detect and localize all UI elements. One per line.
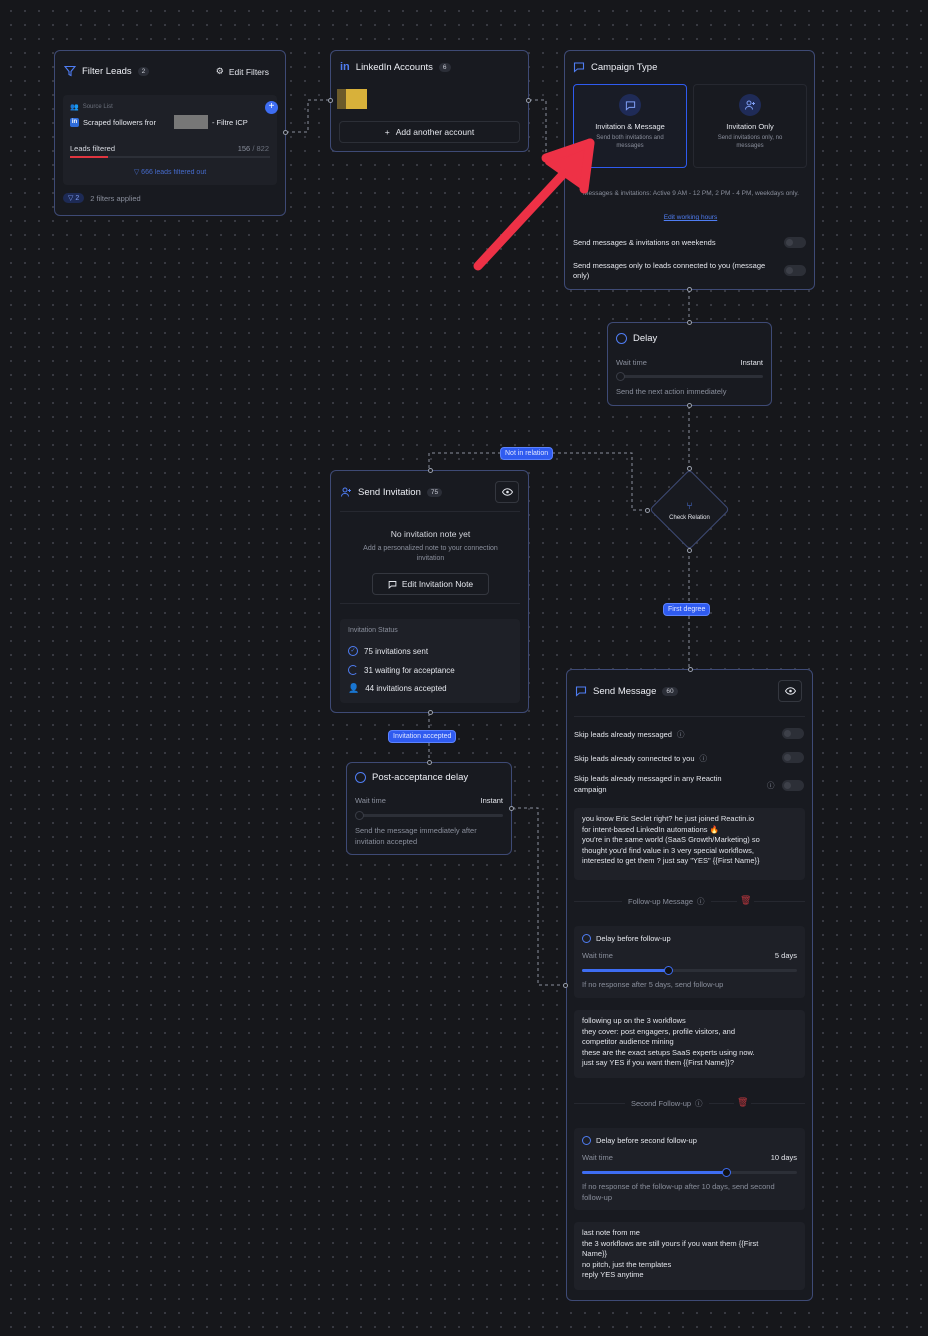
clock-icon: [355, 772, 366, 783]
invitations-accepted: 44 invitations accepted: [365, 684, 447, 693]
trash-icon[interactable]: 🗑: [737, 895, 755, 906]
delay2-wait-label: Wait time: [582, 1153, 613, 1162]
clock-icon: [582, 1136, 591, 1145]
wait-slider-knob[interactable]: [616, 372, 625, 381]
message-2[interactable]: following up on the 3 workflows they cov…: [574, 1010, 805, 1078]
delay1-value: 5 days: [774, 951, 797, 960]
second-followup-divider: Second Follow-up ⓘ: [625, 1098, 709, 1109]
output-handle[interactable]: [428, 710, 433, 715]
post-acceptance-delay-card[interactable]: Post-acceptance delay Wait time Instant …: [346, 760, 514, 855]
info-icon: ⓘ: [699, 754, 708, 763]
post-wait-value: Instant: [480, 796, 503, 805]
edit-note-label: Edit Invitation Note: [401, 579, 474, 589]
no-note-desc: Add a personalized note to your connecti…: [363, 545, 498, 562]
info-icon: ⓘ: [697, 897, 705, 906]
message-square-icon: [575, 686, 587, 697]
post-acceptance-title: Post-acceptance delay: [372, 772, 469, 783]
eye-icon: [784, 687, 796, 695]
skip-messaged-label: Skip leads already messaged: [574, 730, 672, 739]
output-handle[interactable]: [687, 403, 692, 408]
message-side-handle[interactable]: [563, 983, 568, 988]
message-3[interactable]: last note from me the 3 workflows are st…: [574, 1222, 805, 1290]
message-count-badge: 60: [662, 686, 678, 696]
check-bottom-handle[interactable]: [687, 548, 692, 553]
delay2-value: 10 days: [770, 1153, 797, 1162]
user-check-icon: 👤: [348, 683, 360, 693]
connector-post-message: [512, 807, 566, 986]
send-message-title: Send Message: [593, 685, 657, 697]
wait-time-value: Instant: [740, 358, 763, 367]
skip-any-toggle[interactable]: [782, 780, 804, 791]
input-handle[interactable]: [427, 760, 432, 765]
status-title: Invitation Status: [348, 627, 398, 634]
send-message-card[interactable]: Send Message 60 Skip leads already messa…: [566, 667, 813, 1301]
skip-messaged-toggle[interactable]: [782, 728, 804, 739]
second-followup-label: Second Follow-up: [631, 1099, 692, 1108]
output-handle[interactable]: [509, 806, 514, 811]
invitation-status-box: Invitation Status ✓ 75 invitations sent …: [340, 619, 520, 703]
eye-icon: [501, 488, 513, 496]
not-in-relation-pill: Not in relation: [500, 447, 554, 460]
branch-icon: ⑂: [686, 501, 693, 512]
loading-icon: [348, 665, 358, 675]
clock-icon: [616, 333, 627, 344]
delay1-wait-label: Wait time: [582, 951, 613, 960]
info-icon: ⓘ: [767, 781, 775, 790]
followup-divider: Follow-up Message ⓘ: [622, 896, 711, 907]
invitation-accepted-pill: Invitation accepted: [388, 730, 457, 743]
post-wait-slider-knob[interactable]: [355, 811, 364, 820]
send-invitation-card[interactable]: Send Invitation 75 No invitation note ye…: [330, 468, 529, 715]
delay-card[interactable]: Delay Wait time Instant Send the next ac…: [607, 320, 772, 408]
trash-icon[interactable]: 🗑: [734, 1097, 752, 1108]
preview-button[interactable]: [778, 680, 802, 702]
wait-slider-track: [620, 375, 763, 378]
invitations-waiting: 31 waiting for acceptance: [364, 665, 455, 675]
delay-followup-box: Delay before follow-up Wait time 5 days …: [574, 926, 805, 998]
check-input-handle[interactable]: [687, 466, 692, 471]
delay2-desc: If no response of the follow-up after 10…: [582, 1182, 775, 1202]
info-icon: ⓘ: [695, 1099, 703, 1108]
no-note-title: No invitation note yet: [390, 529, 471, 539]
user-plus-icon: [341, 487, 351, 497]
edit-invitation-note-button[interactable]: Edit Invitation Note: [372, 573, 489, 595]
send-invitation-title: Send Invitation: [358, 486, 421, 498]
delay2-slider-knob[interactable]: [722, 1168, 731, 1177]
skip-any-label: Skip leads already messaged in any React…: [574, 774, 722, 794]
delay2-title: Delay before second follow-up: [596, 1136, 697, 1145]
followup-label: Follow-up Message: [628, 897, 694, 906]
check-relation-label: Check Relation: [669, 515, 710, 521]
preview-button[interactable]: [495, 481, 519, 503]
skip-connected-toggle[interactable]: [782, 752, 804, 763]
info-icon: ⓘ: [676, 730, 685, 739]
delay1-slider-knob[interactable]: [664, 966, 673, 975]
input-handle[interactable]: [428, 468, 433, 473]
delay1-title: Delay before follow-up: [596, 934, 671, 943]
delay1-desc: If no response after 5 days, send follow…: [582, 980, 724, 989]
delay2-slider-fill: [582, 1171, 726, 1174]
message-square-icon: [388, 580, 397, 589]
input-handle[interactable]: [687, 320, 692, 325]
wait-time-label: Wait time: [616, 358, 647, 367]
input-handle[interactable]: [688, 667, 693, 672]
invitation-count-badge: 75: [426, 487, 443, 497]
skip-connected-label: Skip leads already connected to you: [574, 754, 695, 763]
delay-second-followup-box: Delay before second follow-up Wait time …: [574, 1128, 805, 1210]
annotation-arrow: [473, 138, 595, 271]
invitations-sent: 75 invitations sent: [364, 646, 429, 656]
delay-desc: Send the next action immediately: [616, 387, 727, 396]
check-relation-node[interactable]: ⑂ Check Relation: [649, 469, 730, 550]
post-acceptance-desc: Send the message immediately after invit…: [355, 826, 477, 846]
check-circle-icon: ✓: [348, 646, 358, 656]
check-left-handle[interactable]: [645, 508, 650, 513]
delay1-slider-fill: [582, 969, 668, 972]
delay-title: Delay: [633, 333, 658, 344]
message-1[interactable]: you know Eric Seclet right? he just join…: [574, 808, 805, 880]
post-wait-slider-track: [359, 814, 503, 817]
first-degree-pill: First degree: [663, 603, 711, 616]
post-wait-label: Wait time: [355, 796, 386, 805]
clock-icon: [582, 934, 591, 943]
